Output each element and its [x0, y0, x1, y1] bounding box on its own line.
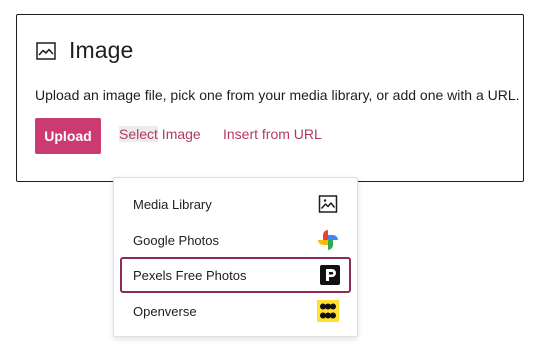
media-source-dropdown: Media Library Google Photos Pexels Free … [113, 177, 358, 337]
pexels-icon [319, 264, 341, 286]
placeholder-instructions: Upload an image file, pick one from your… [35, 87, 520, 103]
insert-from-url-button[interactable]: Insert from URL [223, 126, 322, 142]
select-image-label-part2: Image [157, 126, 201, 142]
menu-item-label: Openverse [133, 303, 197, 319]
menu-item-label: Pexels Free Photos [133, 267, 247, 283]
menu-item-google-photos[interactable]: Google Photos [120, 222, 351, 258]
menu-item-openverse[interactable]: Openverse [120, 293, 351, 329]
menu-item-label: Media Library [133, 196, 212, 212]
select-image-button[interactable]: Select Image [119, 126, 201, 142]
select-image-label-part1: Select [119, 126, 158, 142]
menu-item-media-library[interactable]: Media Library [120, 186, 351, 222]
placeholder-header: Image [36, 37, 133, 64]
image-icon [36, 41, 56, 61]
media-library-icon [317, 193, 339, 215]
menu-item-label: Google Photos [133, 232, 220, 248]
google-photos-icon [317, 229, 339, 251]
image-block-placeholder: Image Upload an image file, pick one fro… [16, 14, 524, 182]
placeholder-title: Image [69, 37, 134, 63]
upload-button[interactable]: Upload [35, 118, 101, 154]
menu-item-pexels[interactable]: Pexels Free Photos [120, 257, 351, 293]
openverse-icon [317, 300, 339, 322]
